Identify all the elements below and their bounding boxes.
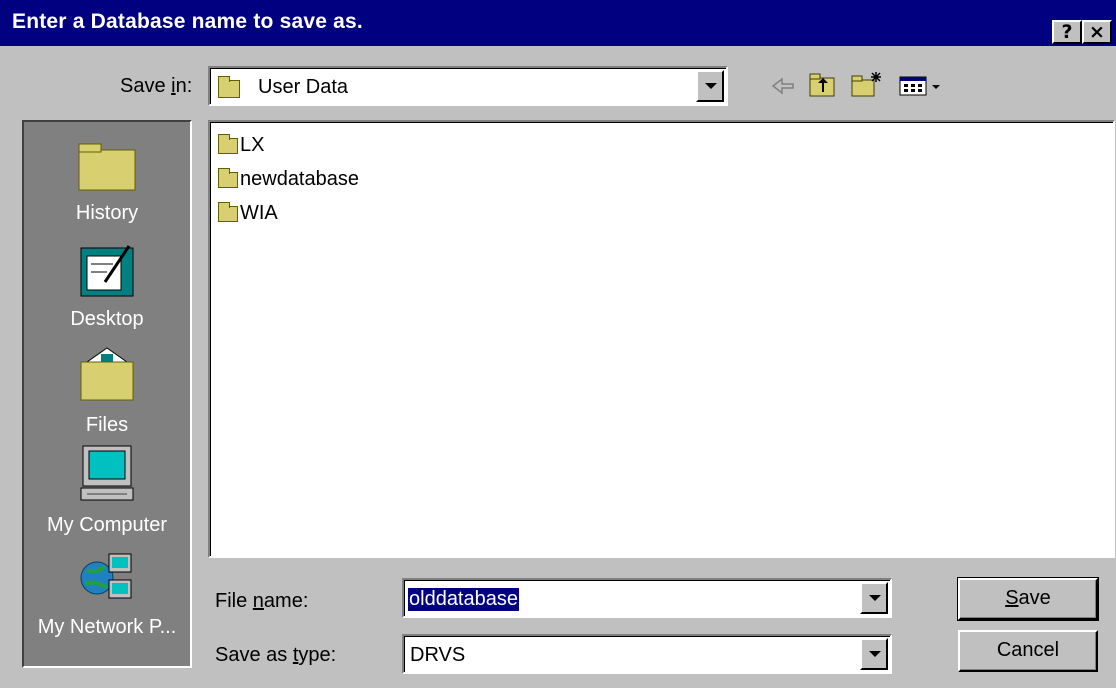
place-label: My Network P... bbox=[37, 616, 177, 638]
my-computer-icon bbox=[77, 445, 137, 509]
file-list[interactable]: LX newdatabase WIA bbox=[208, 120, 1115, 558]
help-button[interactable]: ? bbox=[1052, 20, 1082, 44]
save-in-dropdown[interactable]: User Data bbox=[208, 66, 728, 106]
places-bar: History Desktop Files My Computer My Net… bbox=[22, 120, 192, 668]
folder-icon bbox=[218, 167, 238, 188]
place-desktop[interactable]: Desktop bbox=[24, 242, 190, 331]
place-my-computer[interactable]: My Computer bbox=[24, 442, 190, 537]
place-label: Desktop bbox=[70, 308, 144, 330]
desktop-icon bbox=[77, 245, 137, 303]
save-type-value: DRVS bbox=[410, 644, 466, 666]
folder-open-icon bbox=[218, 75, 240, 100]
list-item[interactable]: newdatabase bbox=[218, 167, 359, 191]
view-menu-icon[interactable] bbox=[898, 74, 948, 98]
list-item[interactable]: WIA bbox=[218, 201, 278, 225]
history-folder-icon bbox=[77, 143, 137, 197]
place-label: History bbox=[75, 202, 139, 224]
save-button[interactable]: Save bbox=[957, 577, 1099, 621]
folder-icon bbox=[218, 201, 238, 222]
file-name-label: File name: bbox=[215, 590, 309, 612]
save-type-label: Save as type: bbox=[215, 644, 337, 666]
place-network[interactable]: My Network P... bbox=[24, 550, 190, 639]
file-name-field[interactable]: olddatabase bbox=[402, 578, 892, 618]
place-files[interactable]: Files bbox=[24, 344, 190, 437]
place-label: Files bbox=[85, 414, 129, 436]
chevron-down-icon[interactable] bbox=[860, 582, 888, 614]
save-in-value: User Data bbox=[258, 76, 349, 98]
place-history[interactable]: History bbox=[24, 140, 190, 225]
back-arrow-icon[interactable] bbox=[770, 76, 796, 96]
cancel-button[interactable]: Cancel bbox=[958, 630, 1098, 672]
title-bar: Enter a Database name to save as. ? × bbox=[0, 0, 1116, 46]
list-item[interactable]: LX bbox=[218, 133, 264, 157]
folder-icon bbox=[218, 133, 238, 154]
up-one-level-icon[interactable] bbox=[808, 72, 838, 98]
new-folder-icon[interactable] bbox=[850, 70, 884, 98]
place-label: My Computer bbox=[46, 514, 168, 536]
file-name-value: olddatabase bbox=[408, 588, 519, 611]
close-button[interactable]: × bbox=[1082, 20, 1112, 44]
save-type-dropdown[interactable]: DRVS bbox=[402, 634, 892, 674]
save-in-label: Save in: bbox=[120, 75, 193, 97]
chevron-down-icon[interactable] bbox=[860, 638, 888, 670]
network-places-icon bbox=[77, 553, 137, 611]
chevron-down-icon[interactable] bbox=[696, 70, 724, 102]
window-title: Enter a Database name to save as. bbox=[12, 10, 363, 33]
files-folder-icon bbox=[77, 347, 137, 409]
